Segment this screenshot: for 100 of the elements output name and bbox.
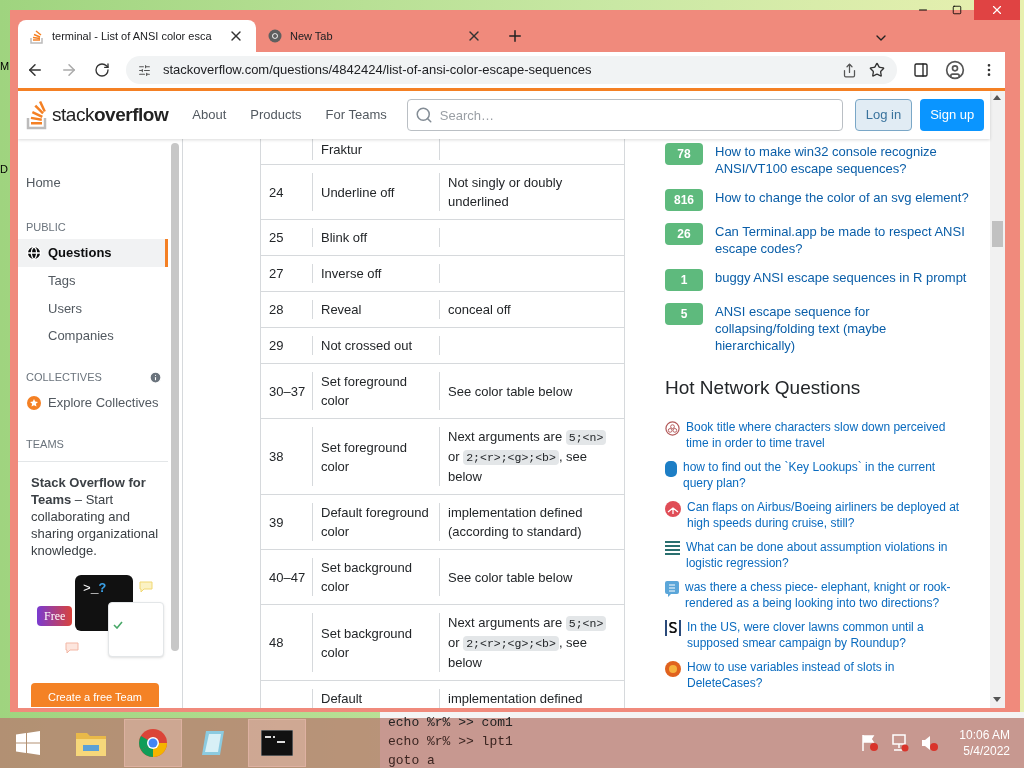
table-cell-text: conceal off (448, 301, 511, 319)
network-icon[interactable] (891, 734, 910, 752)
table-cell-text: See color table below (448, 568, 573, 587)
collectives-icon (26, 395, 42, 412)
score-badge: 26 (665, 223, 703, 245)
prompt-mark: ? (98, 580, 107, 596)
hot-question-link[interactable]: how to find out the `Key Lookups` in the current query plan? (683, 458, 963, 491)
tab-title: New Tab (290, 28, 334, 44)
table-cell: Next arguments are 5;<n> or 2;<r>;<g>;<b> , see below (448, 613, 616, 672)
site-logo-text[interactable]: stackoverflow (52, 100, 169, 130)
site-icon (665, 500, 681, 517)
linked-question-link[interactable]: ANSI escape sequence for collapsing/folding text (maybe hierarchically) (715, 303, 970, 354)
clock-date: 5/4/2022 (963, 743, 1010, 759)
table-cell: Next arguments are 5;<n> or 2;<r>;<g>;<b> , see below (448, 427, 616, 486)
profile-icon[interactable] (945, 60, 965, 80)
table-cell-text: Underline off (321, 183, 395, 202)
log-in-button[interactable]: Log in (854, 99, 913, 131)
hot-question-link[interactable]: Book title where characters slow down perceived time in order to time travel (686, 418, 966, 451)
table-cell-text: Reveal (321, 301, 362, 319)
share-icon[interactable] (842, 62, 857, 78)
table-cell: 29 (269, 338, 284, 353)
chrome-favicon-icon (268, 29, 282, 43)
sidebar-heading: COLLECTIVES (26, 369, 103, 385)
linked-question-link[interactable]: How to change the color of an svg element? (715, 189, 969, 211)
address-bar[interactable]: stackoverflow.com/questions/4842424/list-of-ansi-color-escape-sequences (126, 56, 897, 84)
desktop-icon-label: D (0, 164, 8, 175)
table-cell: 24 (269, 184, 284, 200)
table-cell-text: See color table below (448, 382, 573, 401)
clock-time: 10:06 AM (959, 727, 1010, 743)
table-cell-text: Inverse off (321, 265, 382, 283)
table-cell: 30–37 (269, 383, 306, 399)
score-badge: 1 (665, 269, 703, 291)
terminal-line: echo %r% >> lpt1 (388, 733, 513, 751)
score-badge: 5 (665, 303, 703, 325)
url-text: stackoverflow.com/questions/4842424/list-of-ansi-color-escape-sequences (163, 61, 593, 80)
side-panel-icon[interactable] (913, 62, 929, 78)
globe-icon (26, 245, 42, 261)
linked-question-link[interactable]: buggy ANSI escape sequences in R prompt (715, 269, 967, 291)
bookmark-star-icon[interactable] (869, 62, 885, 78)
new-tab-icon[interactable] (506, 27, 524, 45)
checkmark-icon (113, 620, 123, 629)
search-field[interactable]: Search… (406, 99, 843, 131)
hot-question-link[interactable]: was there a chess piece- elephant, knight or rook- rendered as a being looking into two directions? (685, 578, 965, 611)
desktop-icon-label: M (0, 61, 10, 72)
linked-question-link[interactable]: How to make win32 console recognize ANSI/VT100 escape sequences? (715, 143, 970, 177)
section-title: Hot Network Questions (665, 376, 862, 400)
back-icon[interactable] (26, 61, 44, 79)
hot-question-link[interactable]: In the US, were clover lawns common until a supposed smear campaign by Roundup? (687, 618, 967, 651)
hot-question-link[interactable]: Can flaps on Airbus/Boeing airliners be deployed at high speeds during cruise, still? (687, 498, 967, 531)
table-cell-text: implementation defined (according to standard) (448, 504, 584, 541)
database-icon (665, 460, 677, 477)
nav-link[interactable]: About (184, 105, 235, 125)
search-icon (414, 106, 433, 124)
volume-icon[interactable] (921, 734, 940, 752)
score-badge: 816 (665, 189, 703, 211)
terminal-line: echo %r% >> com1 (388, 714, 513, 732)
sidebar-item[interactable]: Users (18, 294, 168, 323)
table-cell-text: Fraktur (321, 141, 363, 159)
browser-tab[interactable]: New Tab (256, 20, 494, 52)
table-cell-text: Set foreground color (321, 438, 408, 476)
table-cell: 28 (269, 302, 284, 317)
site-icon (665, 660, 681, 677)
score-badge: 78 (665, 143, 703, 165)
taskbar-app-button[interactable] (248, 719, 306, 767)
table-cell: 48 (269, 635, 284, 650)
flag-icon[interactable] (861, 734, 880, 752)
speech-bubble-icon (665, 580, 679, 597)
sidebar-item[interactable]: Home (18, 169, 168, 197)
hot-question-link[interactable]: What can be done about assumption violations in logistic regression? (686, 538, 966, 571)
windows-logo-icon (16, 731, 40, 755)
sidebar-item[interactable]: Questions (18, 239, 168, 267)
chat-bubble-icon (139, 580, 153, 593)
sidebar-item[interactable]: Tags (18, 266, 168, 295)
site-info-icon[interactable] (138, 63, 151, 77)
sidebar-item[interactable]: Explore Collectives (18, 389, 168, 418)
info-icon[interactable] (149, 370, 162, 384)
reload-icon[interactable] (94, 62, 110, 78)
table-cell-text: Not singly or doubly underlined (448, 174, 564, 211)
table-cell-text: Set foreground color (321, 373, 408, 410)
table-cell-text: Set background color (321, 559, 414, 596)
browser-tab[interactable]: terminal - List of ANSI color esca (18, 20, 256, 52)
sidebar-item[interactable]: Companies (18, 322, 168, 350)
table-cell-text: implementation defined (448, 690, 583, 708)
table-cell: 38 (269, 449, 284, 464)
table-cell-text: Not crossed out (321, 337, 413, 355)
table-cell-text: Default (321, 690, 363, 708)
table-cell-text: Set background color (321, 624, 414, 662)
sidebar-heading: TEAMS (26, 437, 65, 453)
hot-question-link[interactable]: How to use variables instead of slots in DeleteCases? (687, 658, 967, 691)
nav-link[interactable]: For Teams (317, 105, 395, 125)
linked-question-link[interactable]: Can Terminal.app be made to respect ANSI escape codes? (715, 223, 970, 257)
terminal-line: goto a (388, 752, 435, 768)
chrome-icon (138, 728, 168, 758)
terminal-icon (261, 730, 293, 756)
teams-promo-text: Stack Overflow for Teams – Start collaborating and sharing organizational knowledge. (31, 473, 160, 559)
site-icon (665, 420, 680, 436)
nav-link[interactable]: Products (242, 105, 310, 125)
free-badge: Free (37, 605, 73, 626)
chat-bubble-icon (65, 641, 79, 654)
site-icon (665, 540, 680, 555)
